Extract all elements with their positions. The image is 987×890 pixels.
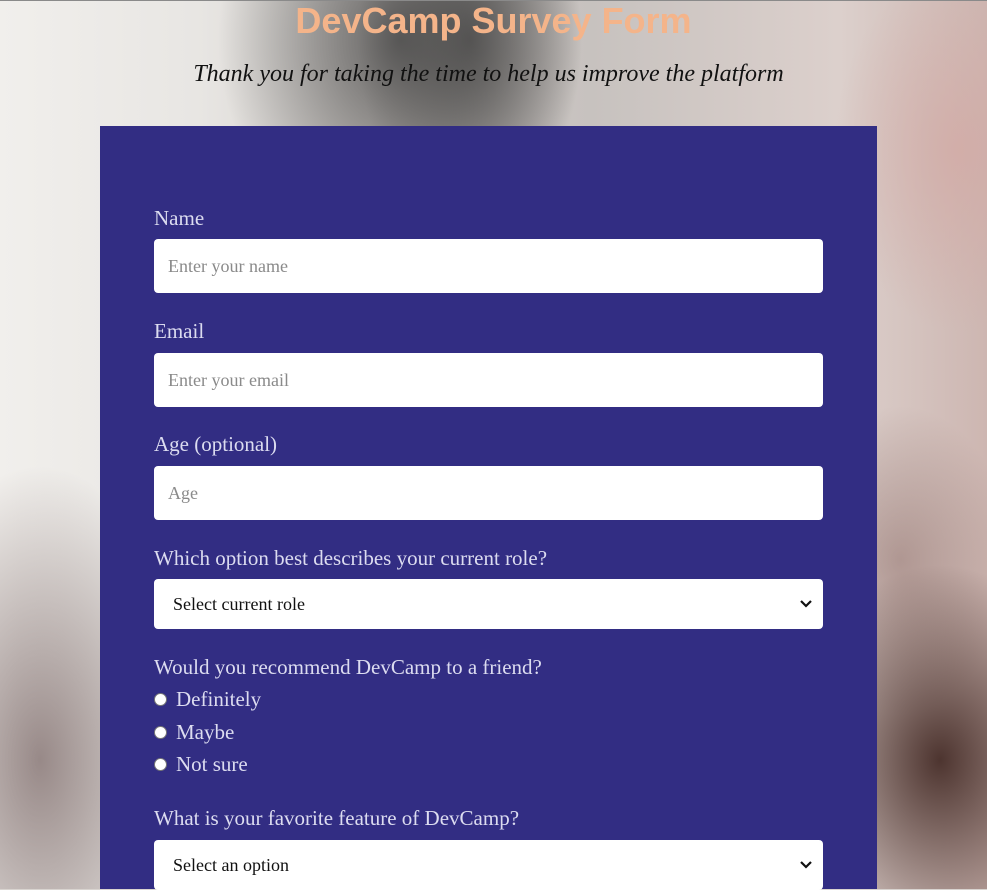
radio-option-definitely[interactable]: Definitely bbox=[154, 686, 261, 712]
recommend-label: Would you recommend DevCamp to a friend? bbox=[154, 655, 542, 679]
radio-button[interactable] bbox=[154, 725, 167, 739]
survey-form: Name Enter your name Email Enter your em… bbox=[100, 126, 877, 890]
radio-button[interactable] bbox=[154, 757, 167, 771]
email-label: Email bbox=[154, 319, 205, 343]
feature-label: What is your favorite feature of DevCamp… bbox=[154, 806, 520, 830]
radio-option-not-sure[interactable]: Not sure bbox=[154, 751, 248, 777]
radio-option-maybe[interactable]: Maybe bbox=[154, 719, 234, 745]
name-label: Name bbox=[154, 206, 205, 230]
chevron-down-icon bbox=[800, 600, 812, 608]
age-placeholder: Age bbox=[168, 482, 198, 503]
role-select[interactable]: Select current role bbox=[154, 579, 823, 629]
chevron-down-icon bbox=[800, 861, 812, 869]
role-label: Which option best describes your current… bbox=[154, 546, 548, 570]
email-placeholder: Enter your email bbox=[168, 369, 289, 390]
feature-select[interactable]: Select an option bbox=[154, 840, 823, 890]
name-placeholder: Enter your name bbox=[168, 255, 288, 276]
radio-label: Definitely bbox=[176, 687, 262, 711]
age-input[interactable]: Age bbox=[154, 466, 823, 520]
feature-select-value: Select an option bbox=[173, 854, 289, 875]
role-select-value: Select current role bbox=[173, 593, 305, 614]
page-subtitle: Thank you for taking the time to help us… bbox=[193, 61, 784, 87]
radio-label: Maybe bbox=[176, 720, 235, 744]
page-title: DevCamp Survey Form bbox=[295, 0, 692, 41]
age-label: Age (optional) bbox=[154, 432, 278, 456]
name-input[interactable]: Enter your name bbox=[154, 239, 823, 293]
email-input[interactable]: Enter your email bbox=[154, 353, 823, 407]
radio-button[interactable] bbox=[154, 692, 167, 706]
radio-label: Not sure bbox=[176, 752, 248, 776]
